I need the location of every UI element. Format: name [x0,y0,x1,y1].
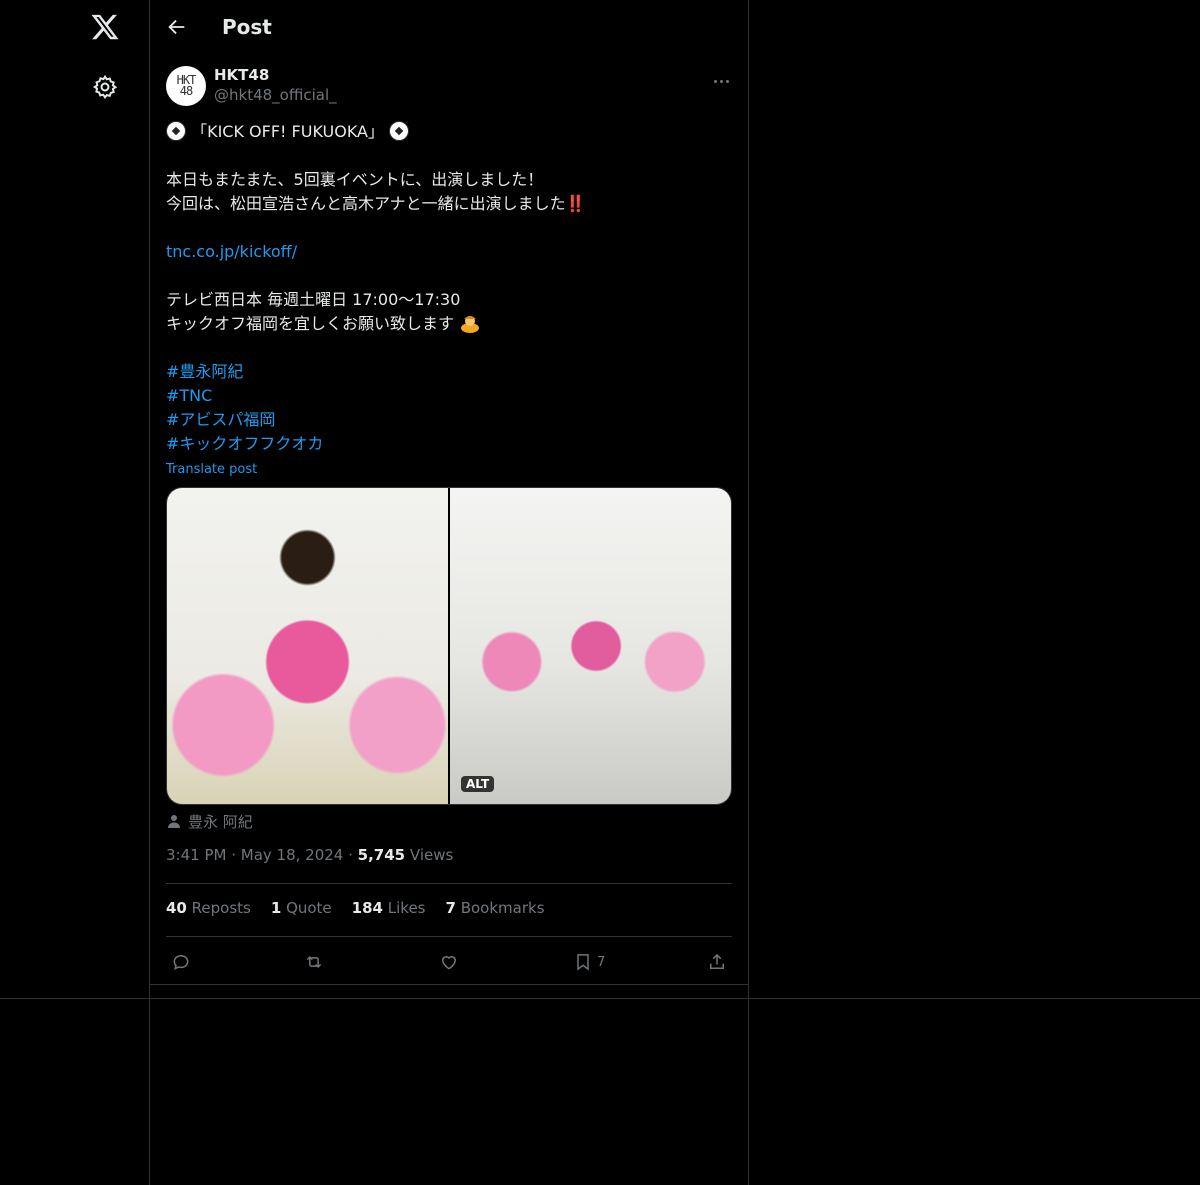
external-link[interactable]: tnc.co.jp/kickoff/ [166,240,732,264]
hashtag-link[interactable]: #キックオフフクオカ [166,432,732,456]
tagged-users[interactable]: 豊永 阿紀 [166,810,253,832]
post-line: 本日もまたまた、5回裏イベントに、出演しました！ [166,170,544,189]
hashtag-link[interactable]: #TNC [166,384,732,408]
post-photo-2[interactable]: ALT [450,488,731,804]
column-divider-left [149,0,150,1185]
reply-button[interactable] [171,950,191,974]
likes-stat[interactable]: 184 Likes [352,899,426,921]
translate-post-link[interactable]: Translate post [166,458,732,478]
divider [166,936,732,937]
media-grid: ALT [166,487,732,805]
soccer-ball-icon [166,121,186,141]
gear-icon[interactable] [92,74,118,100]
alt-badge[interactable]: ALT [461,776,495,792]
column-divider-right [748,0,749,1185]
bookmarks-stat[interactable]: 7 Bookmarks [446,899,545,921]
action-bar: 7 [166,948,732,976]
post-time[interactable]: 3:41 PM [166,846,226,864]
repost-button[interactable] [304,950,324,974]
post-line-text: キックオフ福岡を宜しくお願い致します [166,314,455,333]
repost-icon [306,955,322,969]
x-logo-icon[interactable] [90,12,120,42]
post-text: 「KICK OFF! FUKUOKA」 本日もまたまた、5回裏イベントに、出演し… [166,120,732,478]
like-button[interactable] [439,950,459,974]
top-bar: Post [150,0,748,54]
post-stats: 40 Reposts 1 Quote 184 Likes 7 Bookmarks [166,899,545,921]
views-label: Views [409,846,454,864]
page-title: Post [222,15,272,39]
share-icon [710,953,724,969]
post-meta: 3:41 PM · May 18, 2024 · 5,745 Views [166,846,454,864]
person-icon [168,815,180,828]
avatar-logo-text: HKT 48 [176,73,197,98]
author-name[interactable]: HKT48 [214,66,269,84]
bookmark-count: 7 [597,954,606,970]
post-photo-1[interactable] [167,488,448,804]
divider [166,883,732,884]
post-line-text: 今回は、松田宣浩さんと高木アナと一緒に出演しました [166,194,566,213]
post-line: キックオフ福岡を宜しくお願い致します [166,312,732,336]
heart-icon [441,956,457,970]
bookmark-icon [577,954,589,971]
more-options-icon[interactable] [710,70,732,92]
double-exclamation-icon: ‼️ [565,194,586,213]
post-bottom-border [150,984,748,985]
author-handle[interactable]: @hkt48_official_ [214,86,337,104]
tagged-user-name: 豊永 阿紀 [188,812,253,831]
main-column: Post HKT 48 HKT48 @hkt48_official_ 「KICK … [150,0,748,971]
views-count: 5,745 [357,846,406,864]
reply-icon [173,954,189,971]
post-line: 今回は、松田宣浩さんと高木アナと一緒に出演しました‼️ [166,192,732,216]
share-button[interactable] [707,950,727,974]
quotes-stat[interactable]: 1 Quote [271,899,332,921]
soccer-ball-icon [389,121,410,141]
post-line-title: 「KICK OFF! FUKUOKA」 [166,120,732,144]
page-divider [0,998,1200,999]
bookmark-button[interactable]: 7 [573,950,605,974]
bowing-person-icon [461,316,480,333]
post-title-text: 「KICK OFF! FUKUOKA」 [191,122,384,141]
back-arrow-icon[interactable] [166,16,188,38]
post-author: HKT 48 HKT48 @hkt48_official_ [166,64,732,108]
reposts-stat[interactable]: 40 Reposts [166,899,251,921]
avatar[interactable]: HKT 48 [166,66,206,106]
post-date[interactable]: May 18, 2024 [241,846,344,864]
post-line: テレビ西日本 毎週土曜日 17:00〜17:30 [166,290,461,309]
hashtag-link[interactable]: #アビスパ福岡 [166,408,732,432]
left-rail [0,0,150,1185]
hashtag-link[interactable]: #豊永阿紀 [166,360,732,384]
